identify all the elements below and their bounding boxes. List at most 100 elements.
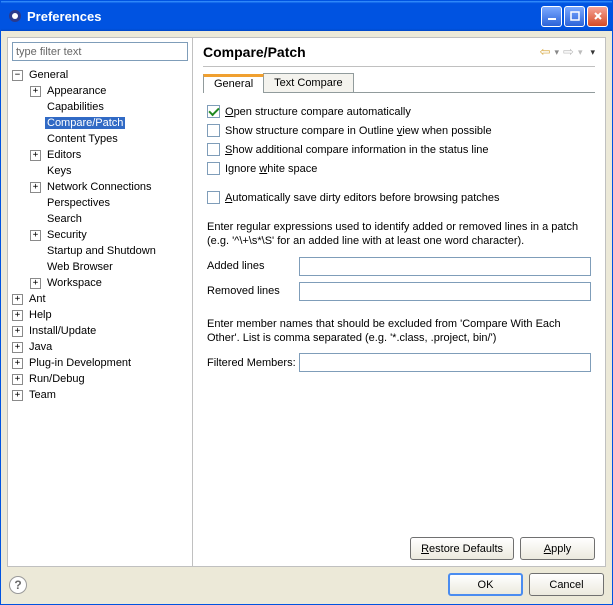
tree-item[interactable]: + Ant	[8, 291, 192, 307]
tree-item-label: Appearance	[45, 85, 108, 97]
expand-icon[interactable]: +	[30, 230, 41, 241]
tree-item-label: General	[27, 69, 70, 81]
auto-save-checkbox[interactable]	[207, 191, 220, 204]
tree-item-label: Editors	[45, 149, 83, 161]
expand-icon[interactable]: +	[30, 182, 41, 193]
show-additional-checkbox[interactable]	[207, 143, 220, 156]
app-icon	[7, 8, 23, 24]
tree-item-label: Plug-in Development	[27, 357, 133, 369]
tree-item[interactable]: −General	[8, 67, 192, 83]
expand-icon[interactable]: +	[30, 150, 41, 161]
tree-item-label: Team	[27, 389, 58, 401]
chevron-down-icon: ▾	[578, 47, 583, 58]
tree-item-label: Startup and Shutdown	[45, 245, 158, 257]
show-outline-label: Show structure compare in Outline view w…	[225, 125, 492, 137]
menu-icon[interactable]: ▾	[590, 47, 595, 58]
expand-icon[interactable]: +	[12, 326, 23, 337]
tree-spacer	[30, 246, 41, 257]
expand-icon[interactable]: +	[30, 278, 41, 289]
tree-item[interactable]: Search	[8, 211, 192, 227]
tree-item-label: Workspace	[45, 277, 104, 289]
tab-general[interactable]: General	[203, 74, 264, 93]
minimize-button[interactable]	[541, 6, 562, 27]
right-pane: Compare/Patch ⇦ ▾ ⇨ ▾ ▾ General Text Com…	[193, 38, 605, 566]
help-icon[interactable]: ?	[9, 576, 27, 594]
filter-input[interactable]	[12, 42, 188, 61]
back-icon[interactable]: ⇦	[540, 44, 551, 60]
expand-icon[interactable]: +	[12, 342, 23, 353]
tree-item-label: Help	[27, 309, 54, 321]
tree-item-label: Search	[45, 213, 84, 225]
tree-item-label: Ant	[27, 293, 48, 305]
cancel-button[interactable]: Cancel	[529, 573, 604, 596]
expand-icon[interactable]: +	[12, 294, 23, 305]
close-button[interactable]	[587, 6, 608, 27]
tree-item[interactable]: Web Browser	[8, 259, 192, 275]
filtered-members-label: Filtered Members:	[207, 357, 299, 369]
preferences-window: Preferences −General+AppearanceCapabilit…	[0, 0, 613, 605]
tab-text-compare[interactable]: Text Compare	[263, 73, 353, 92]
tree-item[interactable]: + Editors	[8, 147, 192, 163]
expand-icon[interactable]: +	[30, 86, 41, 97]
window-title: Preferences	[27, 9, 541, 24]
exclude-description: Enter member names that should be exclud…	[207, 317, 591, 346]
tree-item-label: Run/Debug	[27, 373, 87, 385]
tree-item[interactable]: + Run/Debug	[8, 371, 192, 387]
open-structure-checkbox[interactable]	[207, 105, 220, 118]
nav-icons: ⇦ ▾ ⇨ ▾ ▾	[540, 44, 595, 60]
tree-item-label: Security	[45, 229, 89, 241]
tree-item[interactable]: +Network Connections	[8, 179, 192, 195]
tree-item[interactable]: + Workspace	[8, 275, 192, 291]
open-structure-label: Open structure compare automatically	[225, 106, 411, 118]
maximize-button[interactable]	[564, 6, 585, 27]
tree-item[interactable]: + Appearance	[8, 83, 192, 99]
tree-item[interactable]: + Team	[8, 387, 192, 403]
apply-button[interactable]: Apply	[520, 537, 595, 560]
tree-item[interactable]: + Plug-in Development	[8, 355, 192, 371]
tree-item[interactable]: Capabilities	[8, 99, 192, 115]
tree-item[interactable]: Keys	[8, 163, 192, 179]
tree-item-label: Perspectives	[45, 197, 112, 209]
regex-description: Enter regular expressions used to identi…	[207, 220, 591, 249]
tree-spacer	[30, 166, 41, 177]
tree-item[interactable]: Compare/Patch	[8, 115, 192, 131]
tree-item[interactable]: Perspectives	[8, 195, 192, 211]
show-additional-label: Show additional compare information in t…	[225, 144, 489, 156]
auto-save-label: Automatically save dirty editors before …	[225, 192, 500, 204]
collapse-icon[interactable]: −	[12, 70, 23, 81]
expand-icon[interactable]: +	[12, 358, 23, 369]
tree-item[interactable]: + Java	[8, 339, 192, 355]
added-lines-input[interactable]	[299, 257, 591, 276]
tree-spacer	[30, 134, 41, 145]
tree-item-label: Capabilities	[45, 101, 106, 113]
added-lines-label: Added lines	[207, 260, 299, 272]
restore-defaults-button[interactable]: Restore Defaults	[410, 537, 514, 560]
ignore-whitespace-checkbox[interactable]	[207, 162, 220, 175]
page-title: Compare/Patch	[203, 44, 540, 60]
tree-spacer	[30, 102, 41, 113]
tree-item[interactable]: + Security	[8, 227, 192, 243]
tree-item-label: Install/Update	[27, 325, 98, 337]
tree-spacer	[30, 198, 41, 209]
tree-item[interactable]: + Help	[8, 307, 192, 323]
tree-item-label: Compare/Patch	[45, 117, 125, 129]
show-outline-checkbox[interactable]	[207, 124, 220, 137]
tree-item[interactable]: + Install/Update	[8, 323, 192, 339]
preferences-tree[interactable]: −General + Appearance Capabilities Compare/P…	[8, 65, 192, 566]
expand-icon[interactable]: +	[12, 390, 23, 401]
ignore-whitespace-label: Ignore white space	[225, 163, 317, 175]
tree-spacer	[30, 262, 41, 273]
tree-item[interactable]: Startup and Shutdown	[8, 243, 192, 259]
ok-button[interactable]: OK	[448, 573, 523, 596]
chevron-down-icon[interactable]: ▾	[555, 47, 560, 58]
tree-spacer	[30, 118, 41, 129]
removed-lines-input[interactable]	[299, 282, 591, 301]
tab-content: Open structure compare automatically Sho…	[203, 93, 595, 382]
forward-icon: ⇨	[563, 44, 574, 60]
tree-item[interactable]: Content Types	[8, 131, 192, 147]
filtered-members-input[interactable]	[299, 353, 591, 372]
expand-icon[interactable]: +	[12, 374, 23, 385]
tree-item-label: Java	[27, 341, 54, 353]
expand-icon[interactable]: +	[12, 310, 23, 321]
tree-spacer	[30, 214, 41, 225]
